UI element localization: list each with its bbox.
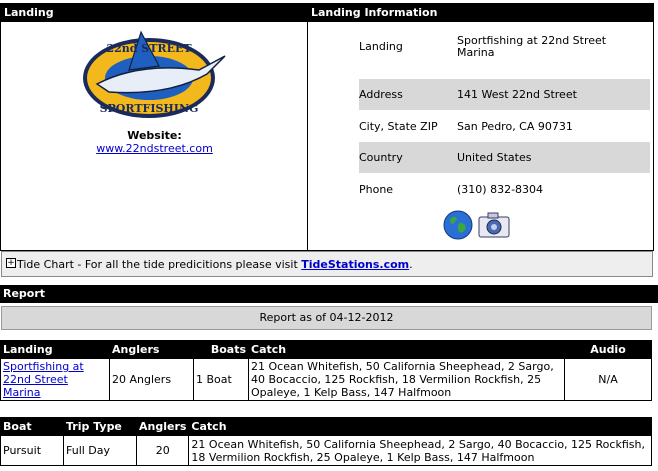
info-key: Landing [359, 40, 403, 53]
landing-info-header: Landing Information [308, 4, 653, 22]
anglers-cell: 20 [135, 435, 190, 466]
col-audio: Audio [564, 340, 652, 359]
landing-link[interactable]: Sportfishing at 22nd Street Marina [3, 360, 84, 399]
info-row-address: Address 141 West 22nd Street [359, 79, 650, 110]
boats-cell: 1 Boat [193, 358, 249, 401]
col-boat: Boat [0, 417, 64, 436]
info-value: (310) 832-8304 [457, 182, 544, 196]
info-key: Country [359, 151, 403, 164]
website-link[interactable]: www.22ndstreet.com [1, 142, 308, 155]
col-catch: Catch [248, 340, 565, 359]
landing-info-panel: Landing Information Landing Sportfishing… [308, 4, 653, 250]
report-date: Report as of 04-12-2012 [1, 306, 652, 330]
logo-bottom-text: SPORTFISHING [100, 102, 199, 115]
col-landing: Landing [0, 340, 110, 359]
info-row-country: Country United States [359, 142, 650, 173]
col-catch: Catch [188, 417, 652, 436]
tide-text: Tide Chart - For all the tide predicitio… [17, 258, 413, 271]
catch-cell: 21 Ocean Whitefish, 50 California Sheeph… [248, 358, 565, 401]
tidestations-link[interactable]: TideStations.com [301, 258, 409, 271]
boat-cell: Pursuit [0, 435, 64, 466]
info-key: Address [359, 88, 403, 101]
col-anglers: Anglers [109, 340, 194, 359]
tide-suffix: . [409, 258, 413, 271]
info-value: San Pedro, CA 90731 [457, 119, 573, 133]
tide-label: Tide Chart - For all the tide predicitio… [17, 258, 302, 271]
info-value: United States [457, 150, 532, 164]
summary-table: Landing Anglers Boats Catch Audio Sportf… [0, 340, 652, 401]
table-header-row: Boat Trip Type Anglers Catch [0, 417, 652, 436]
sportfishing-logo: 22nd STREET SPORTFISHING [83, 30, 226, 118]
logo-top-text: 22nd STREET [106, 42, 192, 55]
info-row-phone: Phone (310) 832-8304 [359, 174, 650, 205]
landing-cell: Sportfishing at 22nd Street Marina [0, 358, 110, 401]
landing-panel-header: Landing [1, 4, 307, 22]
col-trip-type: Trip Type [63, 417, 137, 436]
table-header-row: Landing Anglers Boats Catch Audio [0, 340, 652, 359]
col-boats: Boats [193, 340, 249, 359]
audio-cell: N/A [564, 358, 652, 401]
info-key: Phone [359, 183, 394, 196]
catch-cell: 21 Ocean Whitefish, 50 California Sheeph… [188, 435, 652, 466]
landing-section: Landing 22nd STREET SPORTFISHING Website… [0, 3, 654, 251]
info-value: Sportfishing at 22nd Street Marina [457, 33, 607, 59]
table-row: Sportfishing at 22nd Street Marina 20 An… [0, 358, 652, 401]
website-label: Website: [127, 129, 182, 142]
globe-icon[interactable] [443, 210, 473, 240]
expand-toggle-icon[interactable]: + [6, 258, 16, 268]
info-value: 141 West 22nd Street [457, 87, 577, 101]
trip-type-cell: Full Day [63, 435, 137, 466]
landing-panel: Landing 22nd STREET SPORTFISHING Website… [1, 4, 308, 250]
info-key: City, State ZIP [359, 120, 438, 133]
col-anglers: Anglers [135, 417, 190, 436]
boat-table: Boat Trip Type Anglers Catch Pursuit Ful… [0, 417, 652, 466]
anglers-cell: 20 Anglers [109, 358, 194, 401]
report-header: Report [0, 285, 658, 303]
tide-bar: + Tide Chart - For all the tide predicit… [1, 251, 653, 277]
info-row-city: City, State ZIP San Pedro, CA 90731 [359, 111, 650, 142]
table-row: Pursuit Full Day 20 21 Ocean Whitefish, … [0, 435, 652, 466]
camera-icon[interactable] [478, 212, 510, 238]
info-row-landing: Landing Sportfishing at 22nd Street Mari… [359, 31, 650, 62]
